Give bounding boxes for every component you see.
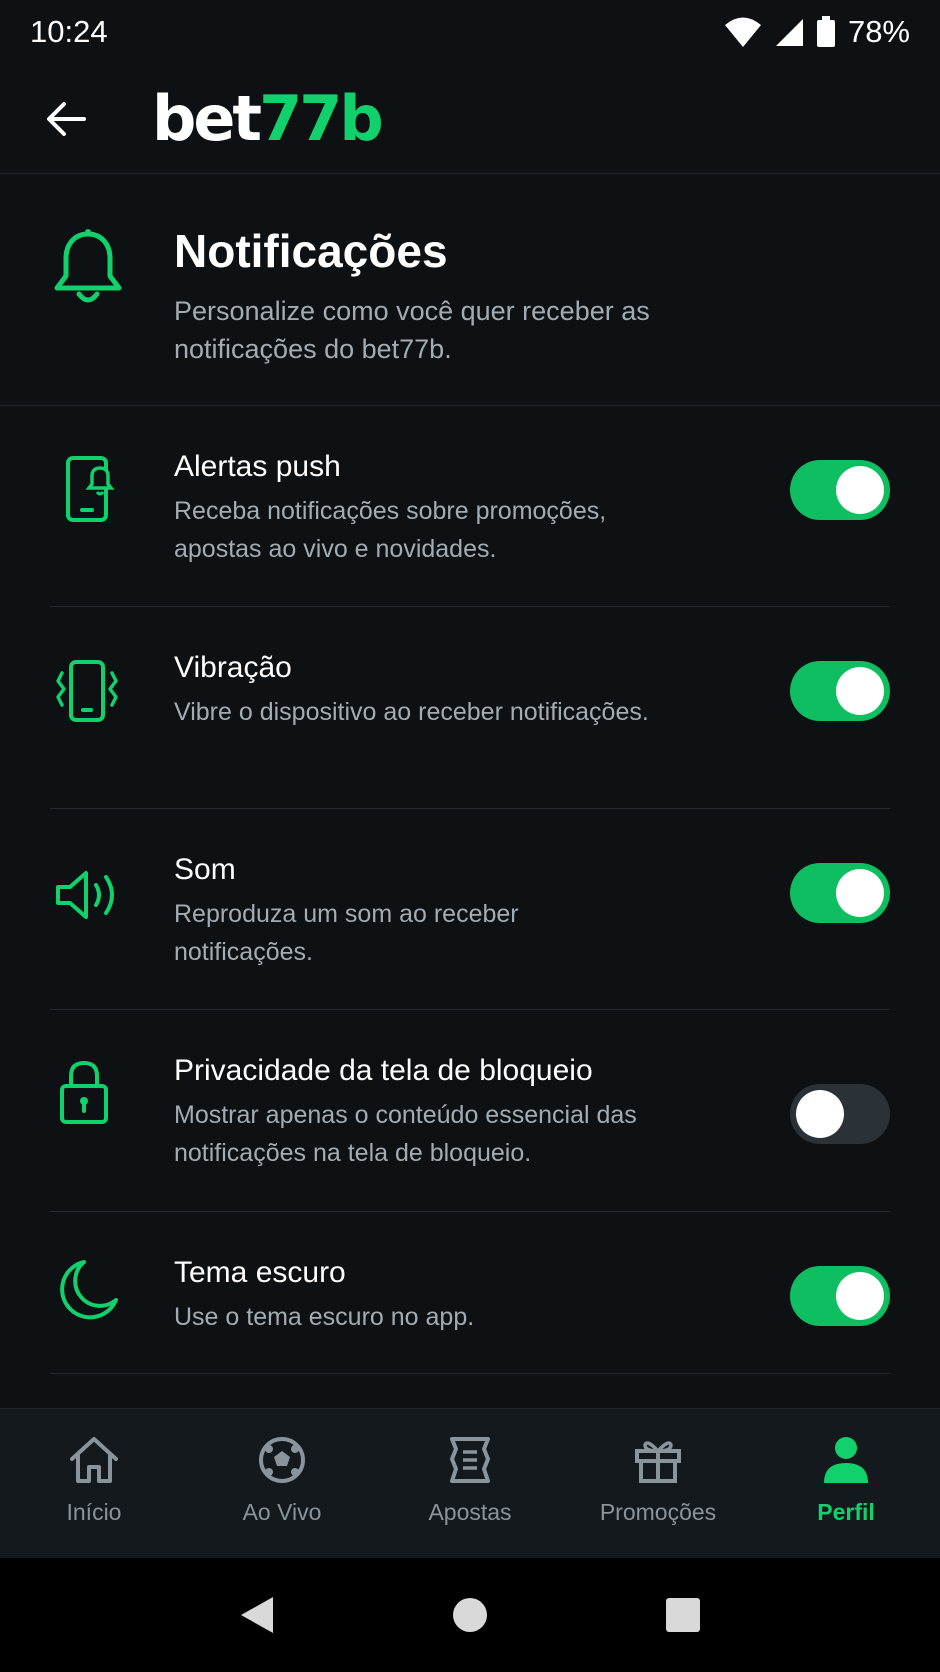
setting-label: Privacidade da tela de bloqueio [174,1054,593,1087]
setting-row-push-alerts: Alertas push Receba notificações sobre p… [50,406,890,607]
push-alerts-toggle[interactable] [790,460,890,520]
nav-label: Início [66,1499,122,1525]
wifi-icon [724,17,761,47]
nav-item-perfil[interactable]: Perfil [752,1409,940,1558]
triangle-back-icon [240,1597,273,1633]
soccer-ball-icon [259,1437,305,1483]
setting-description: Use o tema escuro no app. [174,1303,475,1331]
bell-icon [54,229,122,303]
setting-row-dark-theme: Tema escuro Use o tema escuro no app. [50,1212,890,1374]
logo-part-77b: 77b [259,82,384,155]
setting-label: Tema escuro [174,1256,346,1289]
circle-home-icon [452,1598,487,1632]
signal-icon [775,19,803,46]
moon-icon [60,1260,118,1320]
app-header: bet77b [0,64,940,174]
system-back-button[interactable] [227,1585,287,1645]
setting-row-sound: Som Reproduza um som ao receber notifica… [50,809,890,1010]
arrow-left-icon [47,101,86,136]
system-home-button[interactable] [440,1585,500,1645]
back-button[interactable] [36,89,96,149]
bet77b-logo: bet77b [152,82,384,155]
status-icons: 78% [724,14,910,50]
ticket-icon [450,1437,490,1483]
dark-theme-toggle[interactable] [790,1266,890,1326]
logo-part-bet: bet [152,82,262,155]
notifications-intro: Notificações Personalize como você quer … [0,174,940,406]
settings-list: Alertas push Receba notificações sobre p… [0,406,940,1374]
setting-label: Alertas push [174,450,341,483]
nav-label: Ao Vivo [242,1499,322,1525]
setting-row-vibration: Vibração Vibre o dispositivo ao receber … [50,607,890,809]
bottom-navigation: Início Ao Vivo Apostas Promoções Perfil [0,1408,940,1558]
page-description: Personalize como você quer receber as no… [174,296,650,364]
square-recents-icon [666,1598,701,1632]
setting-label: Vibração [174,651,292,684]
vibration-toggle[interactable] [790,661,890,721]
page-title: Notificações [174,225,448,277]
gift-icon [635,1441,681,1483]
status-bar: 10:24 78% [0,0,940,64]
sound-toggle[interactable] [790,863,890,923]
setting-description: Receba notificações sobre promoções, apo… [174,497,607,563]
setting-description: Mostrar apenas o conteúdo essencial das … [174,1101,637,1167]
home-icon [70,1437,118,1483]
setting-row-lockscreen-privacy: Privacidade da tela de bloqueio Mostrar … [50,1010,890,1212]
phone-bell-icon [66,456,115,522]
nav-item-apostas[interactable]: Apostas [376,1409,564,1558]
nav-item-ao-vivo[interactable]: Ao Vivo [188,1409,376,1558]
system-navigation-bar [0,1558,940,1672]
system-recents-button[interactable] [653,1585,713,1645]
setting-label: Som [174,853,236,886]
status-time: 10:24 [30,14,108,49]
lock-icon [60,1060,108,1124]
nav-item-inicio[interactable]: Início [0,1409,188,1558]
nav-item-promocoes[interactable]: Promoções [564,1409,752,1558]
vibrate-icon [56,660,118,722]
speaker-icon [56,871,114,919]
lockscreen-privacy-toggle[interactable] [790,1084,890,1144]
setting-description: Vibre o dispositivo ao receber notificaç… [174,698,649,726]
setting-description: Reproduza um som ao receber notificações… [174,900,519,966]
battery-icon [816,16,835,47]
nav-label: Apostas [428,1499,512,1525]
user-icon [824,1437,868,1483]
battery-percent: 78% [847,14,910,49]
nav-label: Promoções [599,1499,717,1525]
nav-label: Perfil [817,1499,875,1525]
